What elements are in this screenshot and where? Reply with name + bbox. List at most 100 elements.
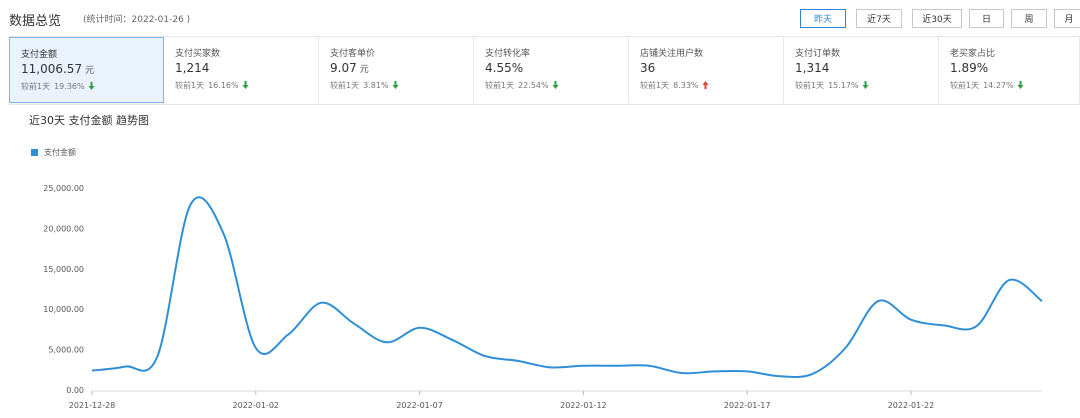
metric-compare-prefix: 较前1天 [950, 81, 980, 90]
data-point[interactable] [907, 316, 915, 324]
metric-label: 支付买家数 [175, 49, 221, 59]
data-point[interactable] [383, 338, 391, 346]
range-button-30days[interactable]: 近30天 [912, 9, 962, 28]
metric-value-row: 11,006.57 元 [21, 62, 163, 79]
metric-unit: 元 [359, 65, 369, 75]
trend-down-arrow-icon [549, 81, 559, 90]
y-tick-label: 20,000.00 [43, 224, 84, 233]
metric-compare-pct: 22.54% [518, 81, 549, 90]
metric-compare: 较前1天 15.17% [795, 80, 938, 91]
chart-legend[interactable]: 支付金额 [31, 147, 76, 158]
metric-unit: 元 [85, 66, 95, 76]
metric-compare: 较前1天 22.54% [485, 80, 628, 91]
metric-label: 支付客单价 [330, 49, 376, 59]
data-point[interactable] [350, 320, 358, 328]
data-point[interactable] [154, 352, 162, 360]
data-point[interactable] [678, 369, 686, 377]
metric-compare: 较前1天 3.81% [330, 80, 473, 91]
x-tick-label: 2022-01-02 [233, 401, 280, 410]
data-point[interactable] [285, 330, 293, 338]
metric-compare-pct: 15.17% [828, 81, 859, 90]
data-point[interactable] [416, 324, 424, 332]
metric-card[interactable]: 支付订单数 1,314 较前1天 15.17% [784, 37, 939, 103]
data-point[interactable] [481, 352, 489, 360]
range-button-day[interactable]: 日 [969, 9, 1004, 28]
data-point[interactable] [252, 344, 260, 352]
data-point[interactable] [88, 367, 96, 375]
metric-value-row: 1,314 [795, 61, 938, 78]
data-point[interactable] [972, 322, 980, 330]
metric-compare-prefix: 较前1天 [640, 81, 670, 90]
data-point[interactable] [776, 372, 784, 380]
data-point[interactable] [547, 363, 555, 371]
data-point[interactable] [874, 297, 882, 305]
metric-compare: 较前1天 8.33% [640, 80, 783, 91]
x-tick-label: 2022-01-22 [888, 401, 935, 410]
metric-value-row: 36 [640, 61, 783, 78]
y-tick-label: 25,000.00 [43, 184, 84, 193]
trend-down-arrow-icon [239, 81, 249, 90]
data-point[interactable] [514, 357, 522, 365]
metric-compare: 较前1天 19.36% [21, 81, 163, 92]
x-tick-label: 2022-01-17 [724, 401, 771, 410]
metric-label: 支付订单数 [795, 49, 841, 59]
legend-label: 支付金额 [44, 148, 76, 157]
x-tick-label: 2021-12-28 [69, 401, 116, 410]
range-button-7days[interactable]: 近7天 [856, 9, 902, 28]
data-point[interactable] [645, 362, 653, 370]
metric-label: 支付转化率 [485, 49, 531, 59]
data-point[interactable] [448, 336, 456, 344]
metric-value-row: 9.07 元 [330, 61, 473, 78]
data-point[interactable] [219, 228, 227, 236]
top-bar: 数据总览 (统计时间：2022-01-26 ) 昨天 近7天 近30天 日 周 … [0, 0, 1080, 36]
metric-value: 1.89% [950, 61, 989, 75]
data-point[interactable] [612, 362, 620, 370]
data-point[interactable] [186, 201, 194, 209]
metric-compare-prefix: 较前1天 [330, 81, 360, 90]
data-point[interactable] [743, 367, 751, 375]
range-button-month[interactable]: 月 [1054, 9, 1080, 28]
metric-label: 店铺关注用户数 [640, 49, 704, 59]
y-tick-label: 5,000.00 [48, 346, 84, 355]
data-point[interactable] [809, 370, 817, 378]
data-point[interactable] [940, 321, 948, 329]
metric-value-row: 4.55% [485, 61, 628, 78]
chart-title: 近30天 支付金额 趋势图 [29, 114, 149, 127]
trend-down-arrow-icon [85, 82, 95, 91]
range-button-yesterday[interactable]: 昨天 [800, 9, 846, 28]
metric-compare-prefix: 较前1天 [21, 82, 51, 91]
metric-compare-pct: 16.16% [208, 81, 239, 90]
trend-up-arrow-icon [699, 81, 709, 90]
legend-swatch [31, 149, 38, 156]
metric-value: 1,314 [795, 61, 830, 75]
metric-card[interactable]: 支付金额 11,006.57 元较前1天 19.36% [9, 37, 164, 103]
x-tick-label: 2022-01-07 [396, 401, 443, 410]
metrics-panel: 支付金额 11,006.57 元较前1天 19.36% 支付买家数 1,214 较前1天 16… [9, 36, 1080, 105]
metric-value: 1,214 [175, 61, 210, 75]
metric-compare: 较前1天 14.27% [950, 80, 1079, 91]
data-point[interactable] [1038, 297, 1046, 305]
metric-compare-prefix: 较前1天 [795, 81, 825, 90]
data-point[interactable] [710, 367, 718, 375]
series-line-0[interactable] [91, 196, 1043, 378]
data-point[interactable] [841, 344, 849, 352]
metric-card[interactable]: 支付客单价 9.07 元较前1天 3.81% [319, 37, 474, 103]
metric-compare: 较前1天 16.16% [175, 80, 318, 91]
metric-compare-pct: 19.36% [54, 82, 85, 91]
y-tick-label: 15,000.00 [43, 265, 84, 274]
metric-compare-pct: 14.27% [983, 81, 1014, 90]
metric-compare-pct: 8.33% [673, 81, 699, 90]
metric-card[interactable]: 店铺关注用户数 36 较前1天 8.33% [629, 37, 784, 103]
page-title: 数据总览 [9, 14, 62, 29]
metric-value: 11,006.57 [21, 62, 83, 76]
metric-card[interactable]: 老买家占比 1.89% 较前1天 14.27% [939, 37, 1080, 103]
metric-card[interactable]: 支付买家数 1,214 较前1天 16.16% [164, 37, 319, 103]
metric-compare-prefix: 较前1天 [175, 81, 205, 90]
data-point[interactable] [317, 299, 325, 307]
data-point[interactable] [1005, 276, 1013, 284]
data-point[interactable] [121, 363, 129, 371]
data-point[interactable] [579, 362, 587, 370]
range-button-week[interactable]: 周 [1011, 9, 1047, 28]
trend-chart: 0.00 5,000.00 10,000.00 15,000.00 20,000.00 2… [43, 184, 1046, 410]
metric-card[interactable]: 支付转化率 4.55% 较前1天 22.54% [474, 37, 629, 103]
